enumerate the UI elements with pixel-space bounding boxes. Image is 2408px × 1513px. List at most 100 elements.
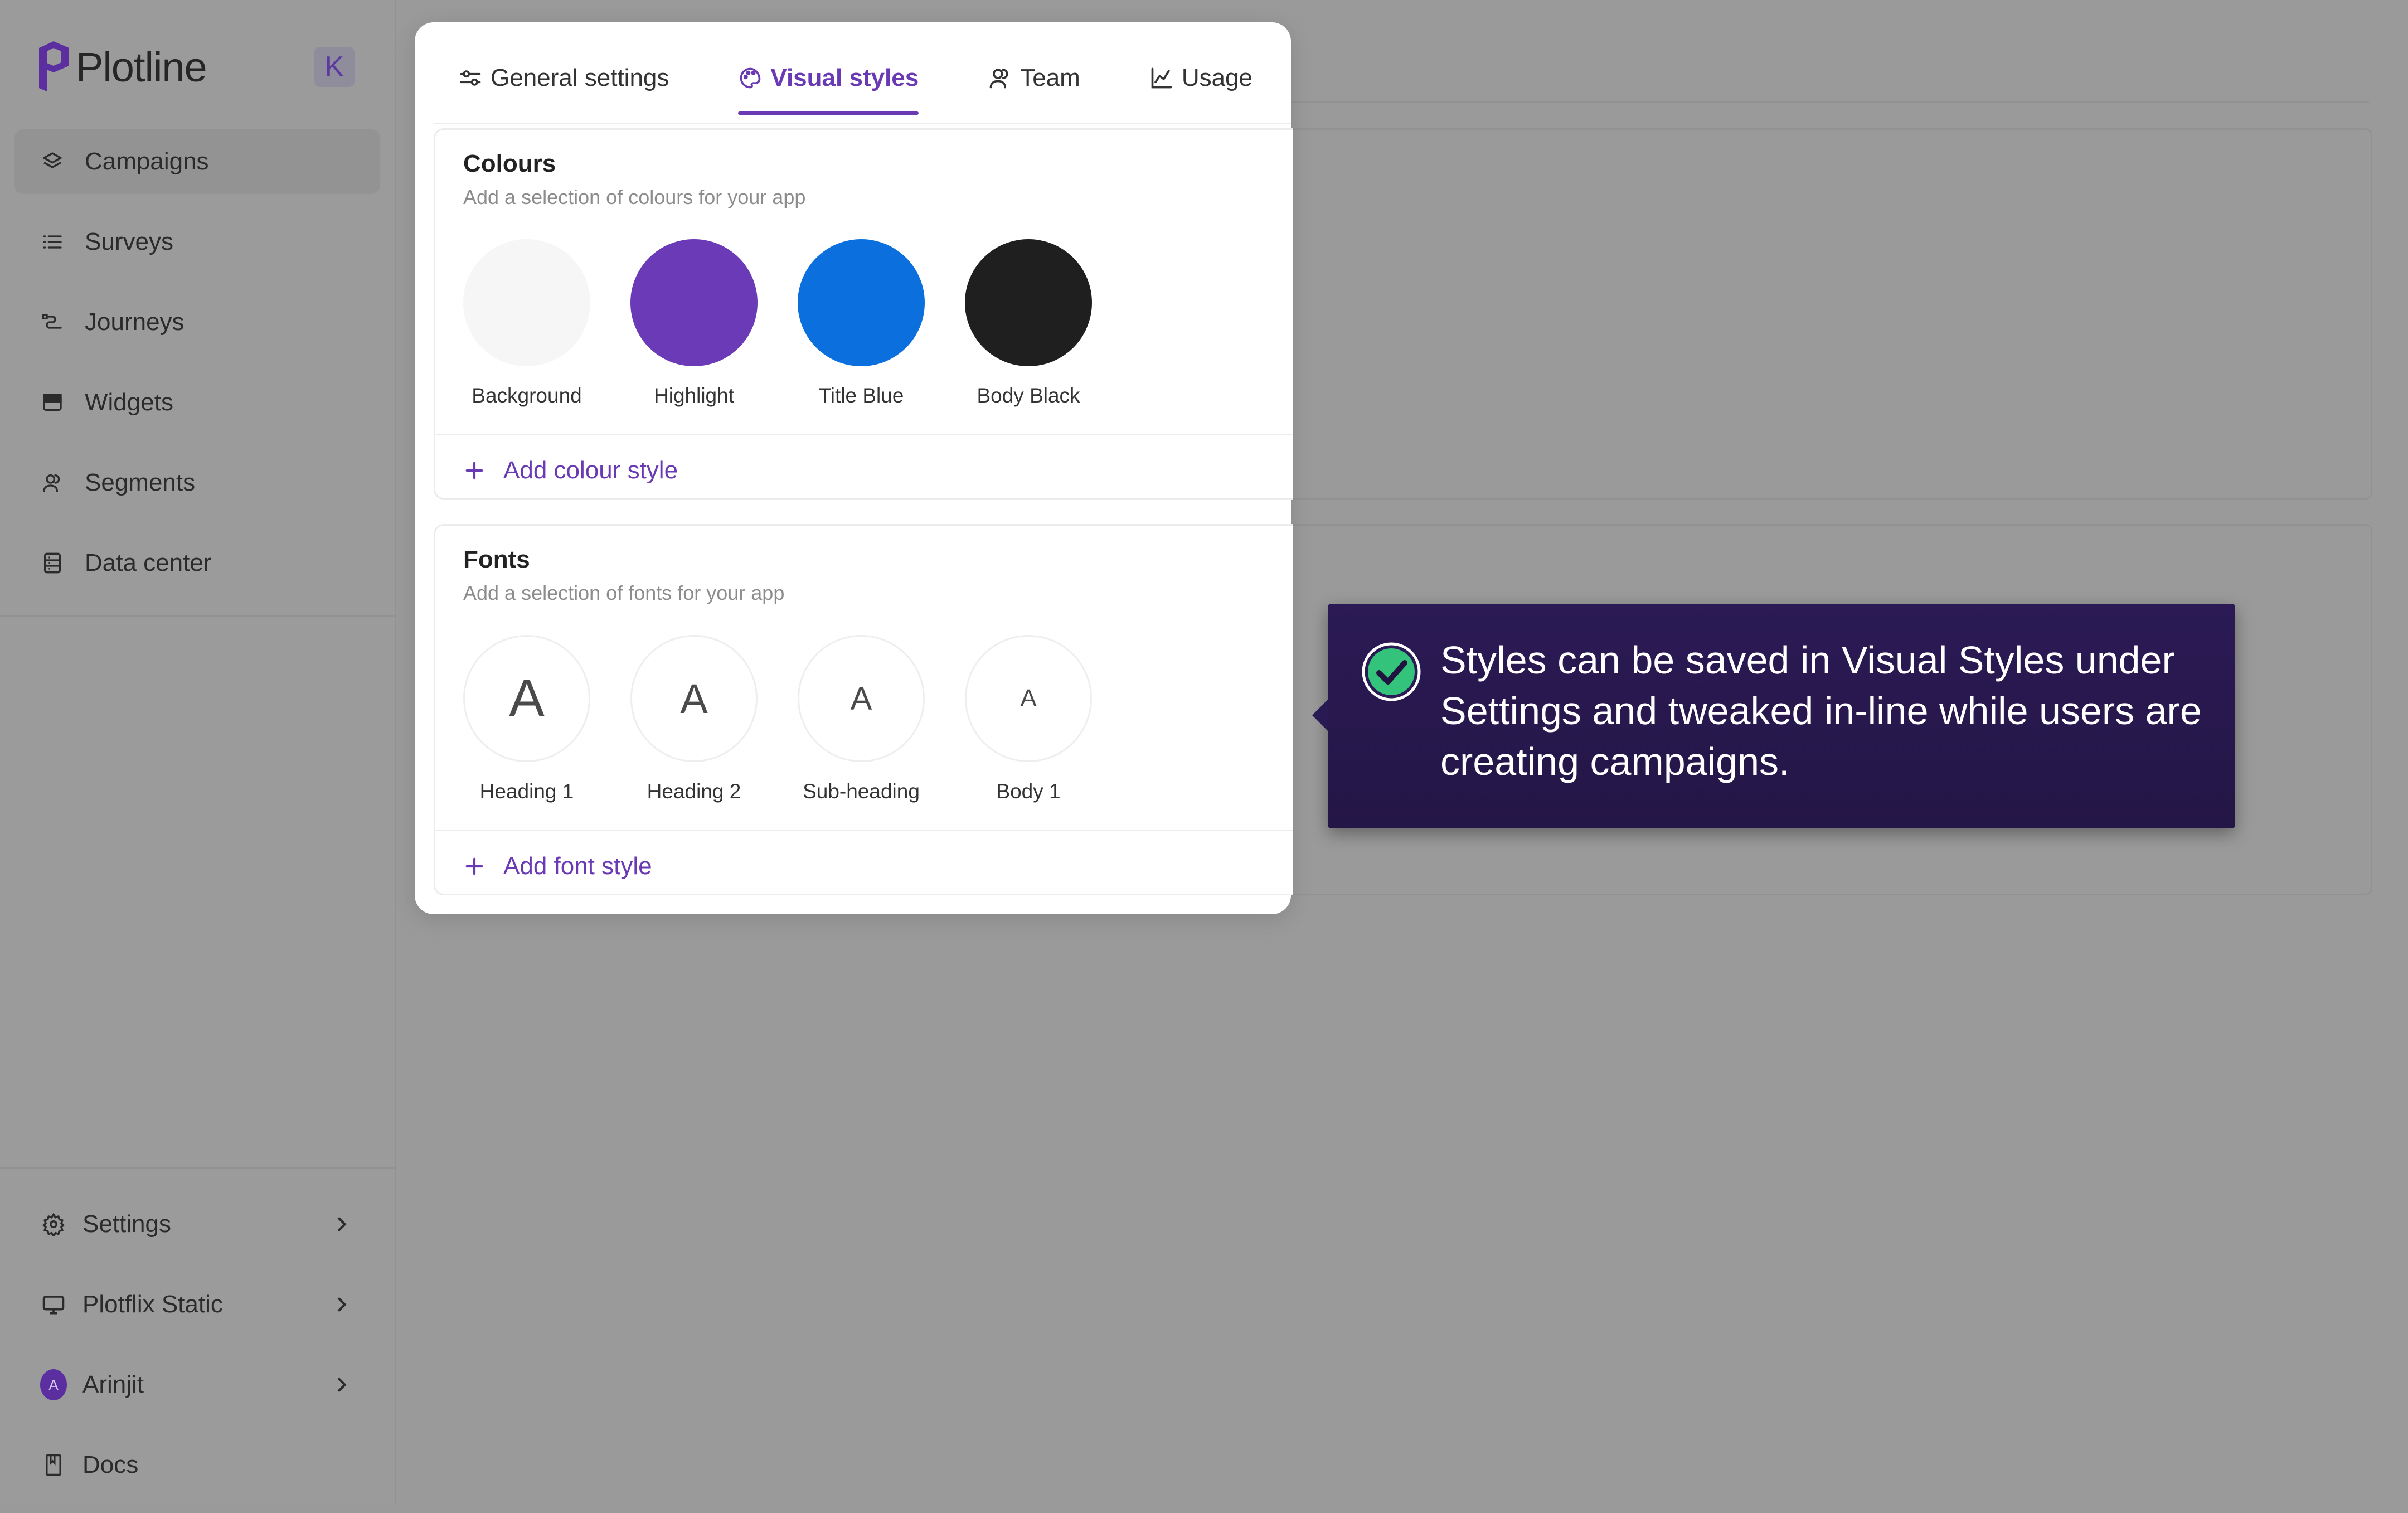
section-title: Fonts [463,546,530,573]
sidebar-item-label: Settings [82,1210,171,1238]
font-style-label: Heading 1 [479,780,574,803]
settings-card: General settings Visual styles Team Usag… [415,22,1293,914]
sidebar-item-label: Journeys [85,308,185,336]
sidebar-item-label: Plotflix Static [82,1291,223,1318]
layers-icon [40,149,65,174]
swatch-circle [463,239,590,366]
sidebar-divider [0,1167,395,1169]
sidebar-nav: Campaigns Surveys Journeys Widgets Segme… [14,129,380,611]
tab-label: General settings [491,64,669,91]
swatch-label: Highlight [654,384,734,407]
monitor-icon [40,1291,67,1318]
tab-label: Usage [1181,64,1252,91]
font-style-sub-heading[interactable]: A Sub-heading [798,635,925,803]
sidebar-item-label: Arinjit [82,1371,144,1398]
add-colour-style-button[interactable]: Add colour style [463,445,678,496]
tab-label: Visual styles [770,64,919,91]
font-preview: A [463,635,590,762]
section-title: Colours [463,150,556,177]
chevron-right-icon [337,1216,347,1232]
section-subtitle: Add a selection of fonts for your app [463,581,785,604]
chart-icon [1149,66,1174,90]
section-divider [435,830,1293,831]
palette-icon [738,66,763,90]
tabs-divider [434,123,1291,124]
sidebar: Plotline K Campaigns Surveys Journeys Wi… [0,0,396,1505]
sidebar-item-label: Widgets [85,389,173,416]
app-page: Plotline K Campaigns Surveys Journeys Wi… [0,0,2408,1505]
brand[interactable]: Plotline [37,40,207,94]
colour-swatch-background[interactable]: Background [463,239,590,408]
swatch-label: Background [472,384,582,407]
swatch-label: Title Blue [818,384,904,407]
sidebar-item-data-center[interactable]: Data center [14,531,380,595]
sidebar-item-settings[interactable]: Settings [14,1192,380,1257]
colour-swatch-title-blue[interactable]: Title Blue [798,239,925,408]
sidebar-item-surveys[interactable]: Surveys [14,210,380,274]
sidebar-item-journeys[interactable]: Journeys [14,290,380,355]
avatar-wrap: A [40,1369,67,1400]
sidebar-item-docs[interactable]: Docs [14,1433,380,1497]
route-icon [40,310,65,334]
sidebar-item-label: Surveys [85,228,173,255]
tab-team[interactable]: Team [988,56,1080,100]
plus-icon [465,857,483,875]
colour-swatch-highlight[interactable]: Highlight [630,239,758,408]
list-icon [40,230,65,254]
sidebar-item-plotflix-static[interactable]: Plotflix Static [14,1272,380,1337]
sidebar-divider [0,615,395,617]
add-colour-style-label: Add colour style [503,457,678,484]
add-font-style-button[interactable]: Add font style [463,841,652,891]
swatch-circle [798,239,925,366]
sidebar-bottom-nav: Settings Plotflix Static A Arinjit Docs [14,1192,380,1513]
tab-visual-styles[interactable]: Visual styles [738,56,919,115]
gear-icon [40,1211,67,1238]
sidebar-item-campaigns[interactable]: Campaigns [14,129,380,194]
add-font-style-label: Add font style [503,852,652,880]
sidebar-item-widgets[interactable]: Widgets [14,370,380,435]
background-panel [1226,128,2372,500]
check-circle-icon [1362,642,1421,701]
widget-icon [40,390,65,415]
font-style-label: Heading 2 [647,780,741,803]
avatar: A [40,1369,67,1400]
users-icon [40,471,65,495]
sidebar-item-label: Data center [85,549,212,576]
colour-swatches: Background Highlight Title Blue Body Bla… [463,239,1132,408]
sidebar-item-segments[interactable]: Segments [14,450,380,515]
tab-general-settings[interactable]: General settings [458,56,669,100]
sidebar-item-label: Docs [82,1451,139,1478]
brand-name: Plotline [76,43,207,90]
section-divider [435,434,1293,435]
sidebar-item-user[interactable]: A Arinjit [14,1352,380,1417]
main-divider [1226,101,2369,103]
colour-swatch-body-black[interactable]: Body Black [965,239,1092,408]
collapse-sidebar-button[interactable]: K [314,47,355,87]
sidebar-item-label: Campaigns [85,148,209,175]
chevron-right-icon [337,1297,347,1312]
book-icon [40,1452,67,1478]
chevron-right-icon [337,1377,347,1393]
swatch-label: Body Black [977,384,1080,407]
fonts-section: Fonts Add a selection of fonts for your … [434,524,1293,895]
font-style-heading-2[interactable]: A Heading 2 [630,635,758,803]
font-preview: A [965,635,1092,762]
swatch-circle [965,239,1092,366]
tooltip-text: Styles can be saved in Visual Styles und… [1440,638,2202,783]
font-style-label: Body 1 [996,780,1061,803]
settings-tabs: General settings Visual styles Team Usag… [458,56,1252,123]
tooltip: Styles can be saved in Visual Styles und… [1312,604,2235,828]
swatch-circle [630,239,758,366]
sidebar-item-label: Segments [85,469,196,496]
tab-usage[interactable]: Usage [1149,56,1252,100]
font-style-heading-1[interactable]: A Heading 1 [463,635,590,803]
font-style-label: Sub-heading [803,780,920,803]
font-style-body-1[interactable]: A Body 1 [965,635,1092,803]
sliders-icon [458,66,483,90]
tab-label: Team [1020,64,1080,91]
font-preview: A [630,635,758,762]
section-subtitle: Add a selection of colours for your app [463,186,806,208]
plus-icon [465,462,483,479]
font-preview: A [798,635,925,762]
database-icon [40,551,65,575]
